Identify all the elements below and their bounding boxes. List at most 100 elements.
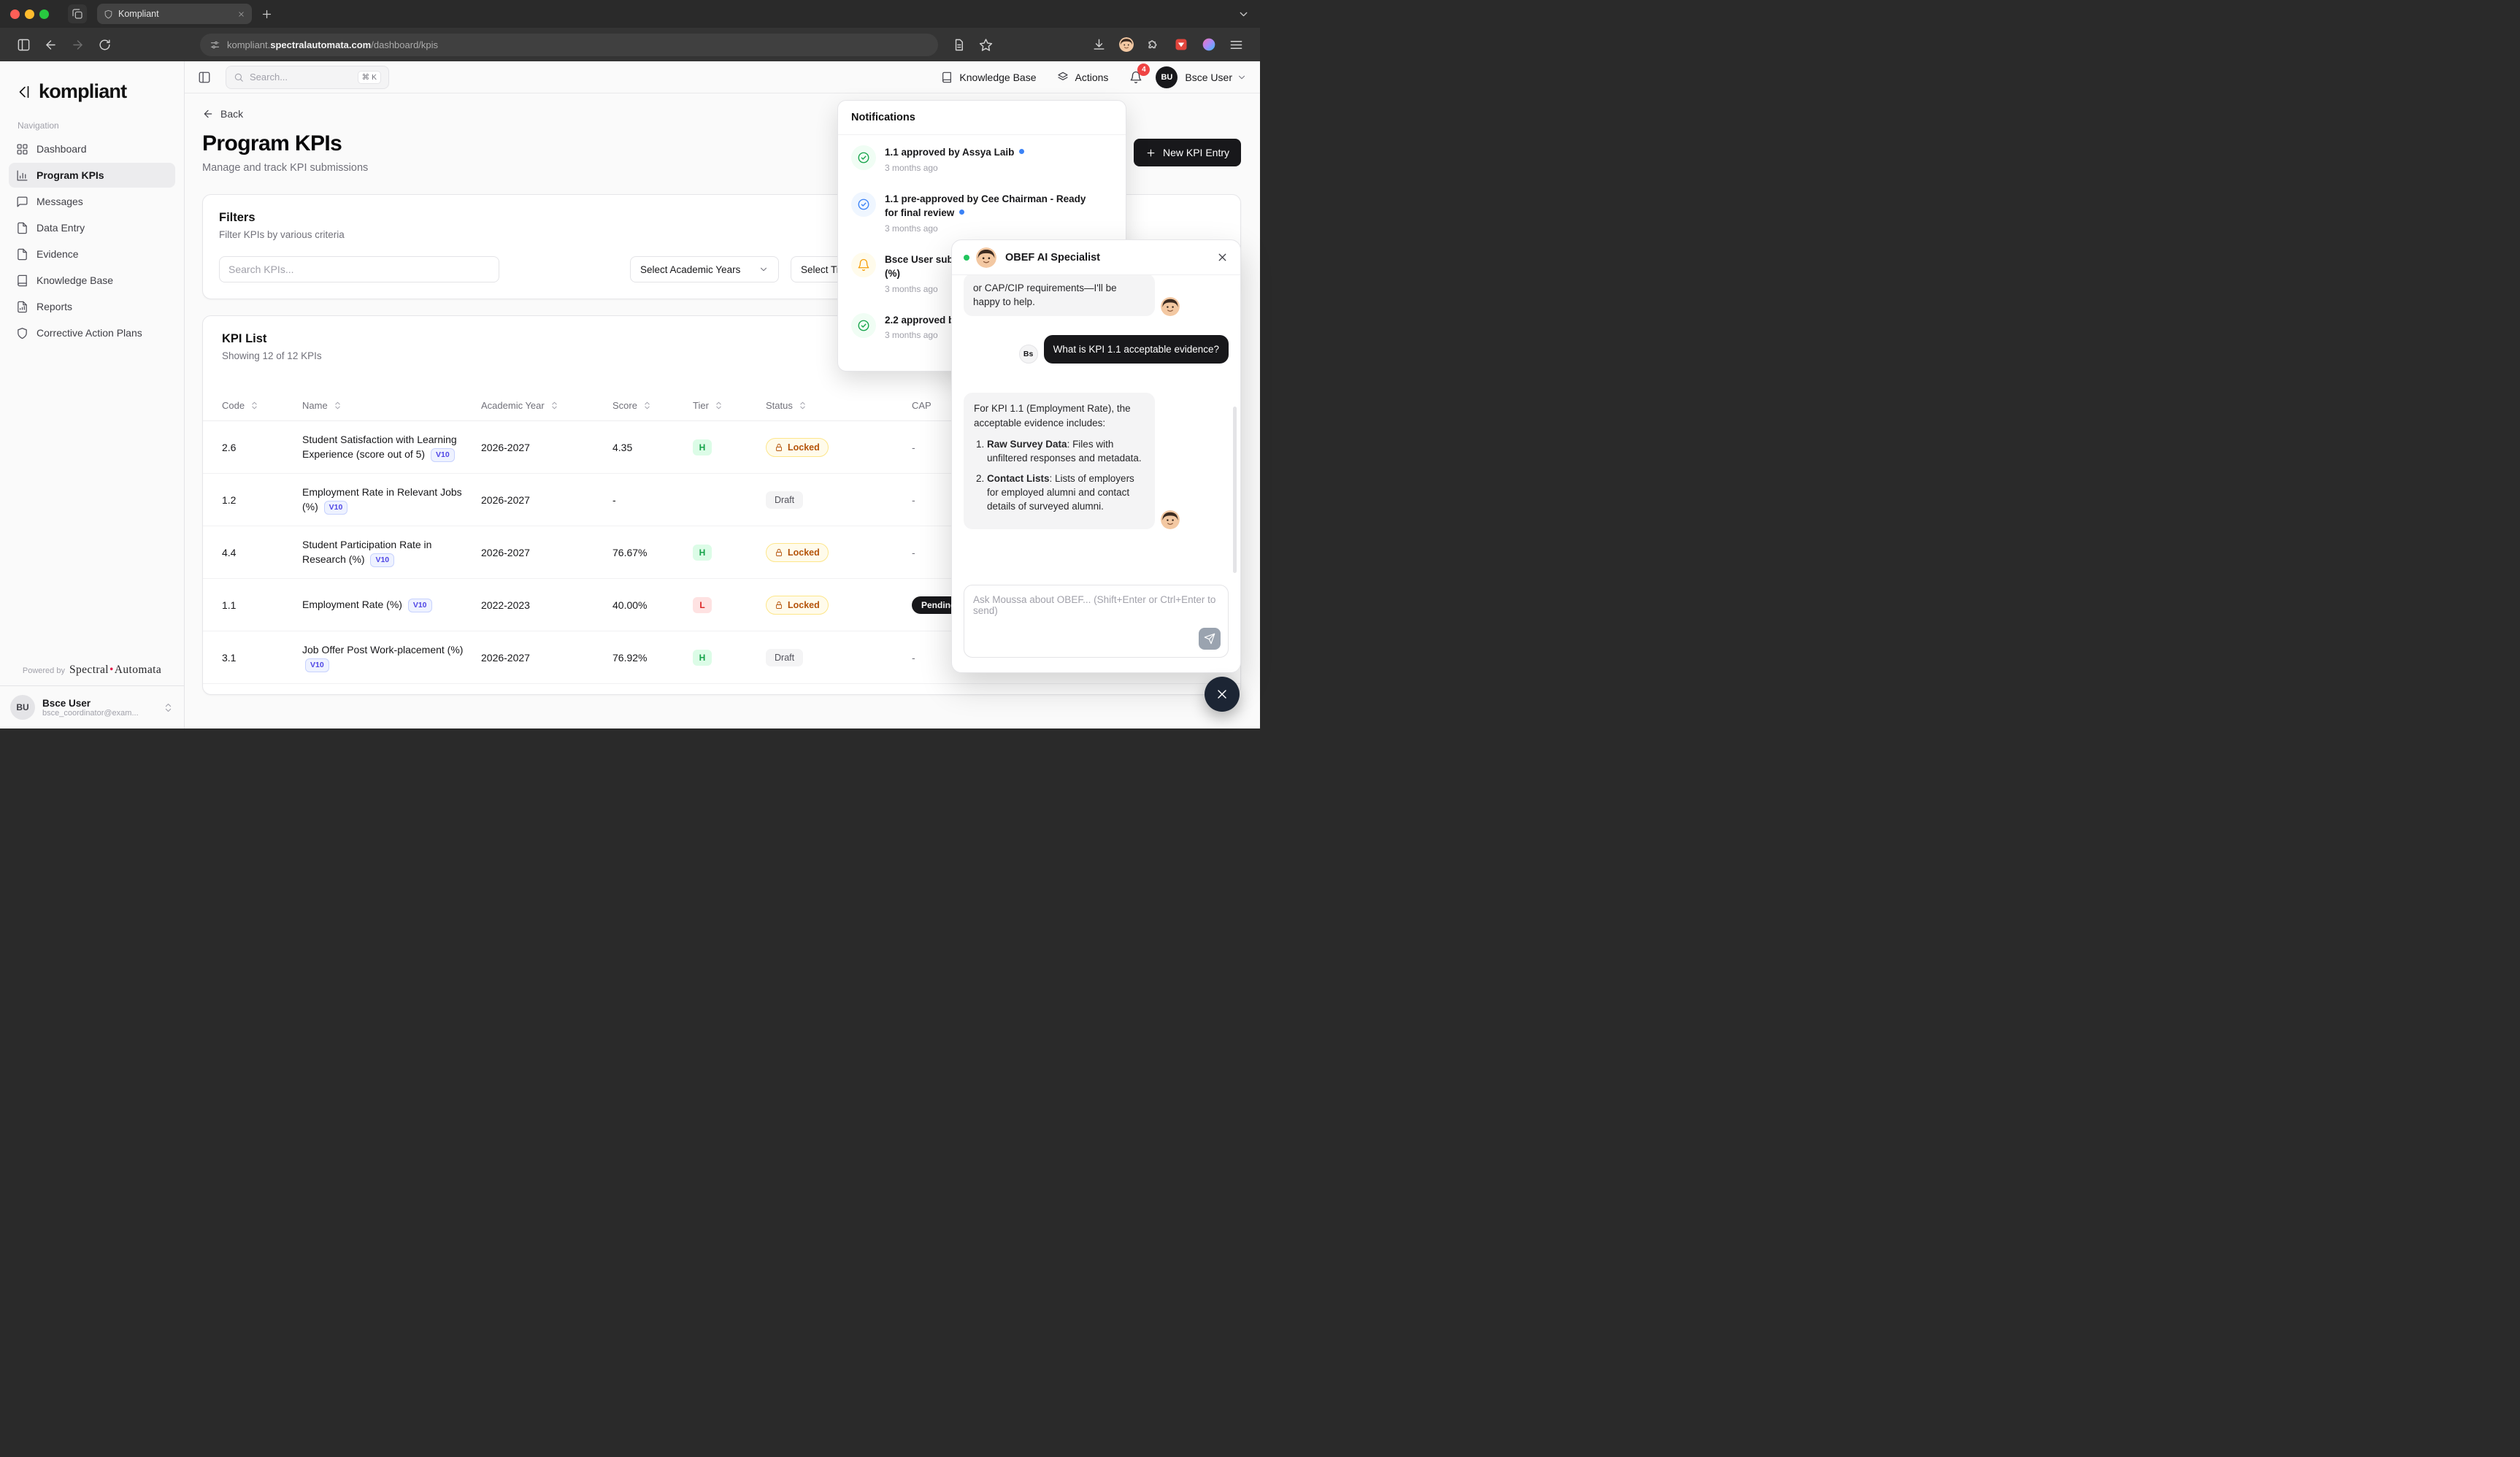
minimize-window-button[interactable]	[25, 9, 34, 19]
browser-chrome: Kompliant kompliant.spectralautomata.com…	[0, 0, 1260, 61]
notification-item[interactable]: 1.1 pre-approved by Cee Chairman - Ready…	[838, 182, 1126, 242]
kpi-score: 76.92%	[612, 652, 693, 664]
notifications-title: Notifications	[838, 101, 1126, 135]
knowledge-base-button[interactable]: Knowledge Base	[933, 67, 1044, 88]
global-search[interactable]: Search... ⌘ K	[226, 66, 389, 89]
sidebar-item-knowledge-base[interactable]: Knowledge Base	[9, 268, 175, 293]
new-tab-button[interactable]	[261, 8, 273, 20]
chat-toggle-button[interactable]	[1205, 677, 1240, 712]
status-badge: Locked	[766, 438, 829, 457]
unread-dot	[1019, 149, 1024, 154]
tier-badge: H	[693, 439, 712, 455]
assistant-avatar-icon	[1161, 510, 1180, 529]
tab-overview-button[interactable]	[68, 4, 87, 23]
assistant-message: or CAP/CIP requirements—I'll be happy to…	[964, 275, 1229, 316]
chat-input[interactable]	[964, 585, 1228, 657]
sidebar-item-dashboard[interactable]: Dashboard	[9, 137, 175, 161]
extensions-puzzle-button[interactable]	[1147, 38, 1161, 52]
app-logo[interactable]: kompliant	[0, 61, 184, 107]
logo-icon	[16, 82, 32, 101]
chat-close-button[interactable]	[1216, 251, 1229, 264]
bookmark-star-button[interactable]	[979, 38, 993, 52]
chat-messages: or CAP/CIP requirements—I'll be happy to…	[952, 275, 1240, 582]
url-prefix: kompliant.	[227, 39, 270, 50]
shield-icon	[16, 327, 28, 339]
notification-item[interactable]: 1.1 approved by Assya Laib3 months ago	[838, 135, 1126, 182]
version-badge: V10	[370, 553, 394, 567]
message-bubble: What is KPI 1.1 acceptable evidence?	[1044, 335, 1229, 364]
kpi-academic-year: 2026-2027	[481, 547, 612, 558]
back-link[interactable]: Back	[202, 108, 243, 120]
page-title: Program KPIs	[202, 131, 368, 156]
column-header-academic-year[interactable]: Academic Year	[481, 400, 612, 411]
grid-icon	[16, 143, 28, 155]
profile-avatar-icon[interactable]	[1119, 37, 1134, 52]
column-header-tier[interactable]: Tier	[693, 400, 766, 411]
address-bar[interactable]: kompliant.spectralautomata.com/dashboard…	[200, 34, 938, 56]
sidebar-user-menu[interactable]: BU Bsce User bsce_coordinator@exam...	[0, 685, 184, 728]
header-user-avatar[interactable]: BU	[1156, 66, 1178, 88]
adblock-extension-icon[interactable]	[1174, 37, 1188, 52]
assistant-avatar-icon	[976, 247, 996, 268]
column-header-code[interactable]: Code	[222, 400, 302, 411]
downloads-button[interactable]	[1092, 38, 1106, 52]
bell-icon	[851, 253, 876, 277]
sidebar-item-evidence[interactable]: Evidence	[9, 242, 175, 266]
kpi-score: -	[612, 494, 693, 506]
window-controls	[10, 9, 49, 19]
chart-icon	[16, 169, 28, 182]
header-user-name[interactable]: Bsce User	[1185, 72, 1232, 83]
sidebar-nav: DashboardProgram KPIsMessagesData EntryE…	[0, 137, 184, 345]
browser-menu-button[interactable]	[1229, 38, 1243, 52]
lock-icon	[775, 548, 783, 557]
page-subtitle: Manage and track KPI submissions	[202, 162, 368, 174]
reader-mode-button[interactable]	[952, 38, 966, 52]
sidebar-item-program-kpis[interactable]: Program KPIs	[9, 163, 175, 188]
browser-tab[interactable]: Kompliant	[97, 4, 252, 24]
chat-header: OBEF AI Specialist	[952, 240, 1240, 275]
kpi-code: 2.6	[222, 442, 302, 453]
sidebar-item-corrective-action-plans[interactable]: Corrective Action Plans	[9, 320, 175, 345]
tier-badge: L	[693, 597, 712, 613]
chevron-down-icon[interactable]	[1237, 72, 1247, 82]
layers-icon	[1057, 72, 1069, 83]
kpi-search-input[interactable]	[219, 256, 499, 282]
search-icon	[234, 72, 244, 82]
toggle-browser-sidebar-button[interactable]	[17, 38, 31, 52]
kpi-name: Student Satisfaction with Learning Exper…	[302, 432, 481, 463]
tab-list-chevron-icon[interactable]	[1237, 8, 1250, 20]
forward-button[interactable]	[71, 38, 85, 52]
notifications-bell-button[interactable]: 4	[1123, 65, 1148, 90]
kpi-code: 4.4	[222, 547, 302, 558]
zoom-window-button[interactable]	[39, 9, 49, 19]
new-kpi-entry-button[interactable]: New KPI Entry	[1134, 139, 1241, 166]
check-circle-icon	[851, 192, 876, 217]
browser-tab-bar: Kompliant	[0, 0, 1260, 28]
column-header-status[interactable]: Status	[766, 400, 912, 411]
powered-by: Powered by Spectral•Automata	[0, 658, 184, 685]
column-header-score[interactable]: Score	[612, 400, 693, 411]
chat-scrollbar[interactable]	[1233, 407, 1237, 573]
chevron-down-icon	[758, 264, 769, 274]
close-window-button[interactable]	[10, 9, 20, 19]
sidebar-item-data-entry[interactable]: Data Entry	[9, 215, 175, 240]
reload-button[interactable]	[98, 38, 112, 52]
send-button[interactable]	[1199, 628, 1221, 650]
chevrons-up-down-icon	[163, 702, 174, 713]
chat-panel: OBEF AI Specialist or CAP/CIP requiremen…	[951, 239, 1241, 673]
collapse-sidebar-button[interactable]	[198, 71, 211, 84]
sort-icon	[642, 401, 652, 410]
academic-years-select[interactable]: Select Academic Years	[630, 256, 779, 282]
sidebar: kompliant Navigation DashboardProgram KP…	[0, 61, 185, 728]
actions-button[interactable]: Actions	[1049, 67, 1117, 88]
chat-user-avatar: Bs	[1019, 345, 1038, 364]
sidebar-item-reports[interactable]: Reports	[9, 294, 175, 319]
extension-color-icon[interactable]	[1202, 37, 1216, 52]
column-header-name[interactable]: Name	[302, 400, 481, 411]
site-settings-icon[interactable]	[210, 39, 220, 50]
book-icon	[16, 274, 28, 287]
back-button[interactable]	[44, 38, 58, 52]
tab-close-icon[interactable]	[237, 10, 245, 18]
sidebar-item-messages[interactable]: Messages	[9, 189, 175, 214]
status-badge: Draft	[766, 649, 803, 666]
